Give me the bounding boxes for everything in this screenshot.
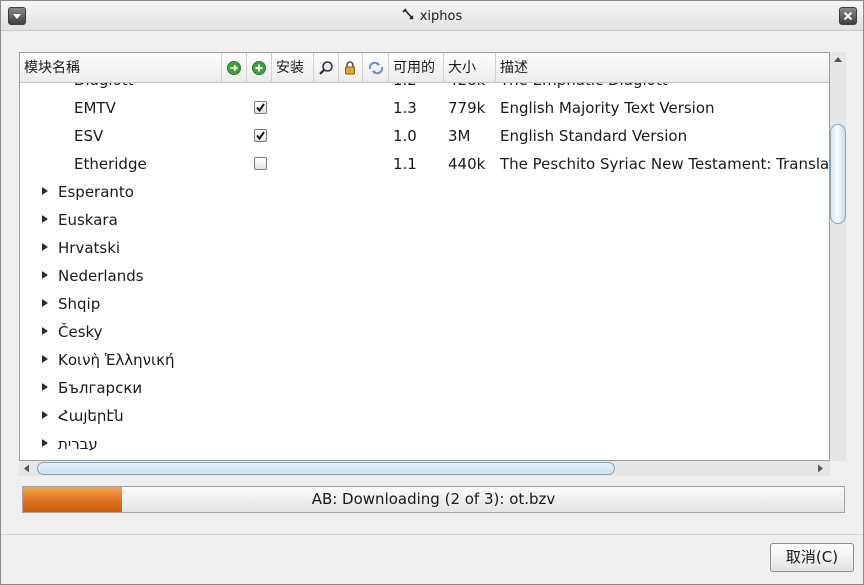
close-button[interactable]: [839, 7, 857, 25]
title-bar: xiphos: [1, 1, 863, 31]
column-search[interactable]: [314, 53, 339, 82]
module-size: 428k: [448, 83, 494, 94]
window-title-area: xiphos: [1, 8, 863, 24]
install-checkbox[interactable]: [254, 101, 267, 114]
language-name: Nederlands: [58, 267, 144, 285]
language-name: Հայերէն: [58, 407, 124, 425]
module-tree[interactable]: 模块名稱 安装 可用的 大小 描述 EMTV 1.3 779k English …: [19, 52, 830, 461]
checkmark-icon: [256, 103, 265, 113]
module-name: EMTV: [74, 99, 116, 117]
window-title: xiphos: [419, 9, 463, 24]
module-name: Etheridge: [74, 155, 147, 173]
table-row[interactable]: Diaglott 1.2 428k The Emphatic Diaglott: [20, 83, 829, 94]
expander-arrow-icon[interactable]: [42, 243, 48, 251]
language-row[interactable]: Κοινὴ Ἑλληνική: [20, 346, 829, 374]
magnifier-icon: [318, 61, 334, 80]
column-header: 模块名稱 安装 可用的 大小 描述: [20, 53, 829, 83]
expander-arrow-icon[interactable]: [42, 411, 48, 419]
column-name[interactable]: 模块名稱: [20, 53, 222, 82]
table-row[interactable]: EMTV 1.3 779k English Majority Text Vers…: [20, 94, 829, 122]
module-description: English Standard Version: [500, 127, 688, 145]
lock-icon: [343, 61, 357, 80]
expander-arrow-icon[interactable]: [42, 383, 48, 391]
language-row[interactable]: Česky: [20, 318, 829, 346]
language-row[interactable]: Български: [20, 374, 829, 402]
table-row[interactable]: ESV 1.0 3M English Standard Version: [20, 122, 829, 150]
horizontal-scroll-thumb[interactable]: [37, 462, 615, 475]
expander-arrow-icon[interactable]: [42, 439, 48, 447]
language-name: Български: [58, 379, 143, 397]
sword-icon: [402, 8, 416, 22]
expander-arrow-icon[interactable]: [42, 355, 48, 363]
cancel-button[interactable]: 取消(C): [770, 543, 854, 572]
language-row[interactable]: Hrvatski: [20, 234, 829, 262]
horizontal-scrollbar[interactable]: [19, 461, 830, 476]
language-name: Esperanto: [58, 183, 134, 201]
install-checkbox[interactable]: [254, 129, 267, 142]
language-row[interactable]: Esperanto: [20, 178, 829, 206]
expander-arrow-icon[interactable]: [42, 215, 48, 223]
module-version: 1.2: [393, 83, 443, 94]
module-name: Diaglott: [74, 83, 214, 94]
language-row[interactable]: Shqip: [20, 290, 829, 318]
column-size[interactable]: 大小: [444, 53, 496, 82]
column-lock[interactable]: [339, 53, 363, 82]
language-name: Česky: [58, 323, 103, 341]
module-name: ESV: [74, 127, 104, 145]
module-version: 1.1: [393, 155, 417, 173]
checkmark-icon: [256, 131, 265, 141]
language-row[interactable]: Nederlands: [20, 262, 829, 290]
vertical-scrollbar[interactable]: [830, 52, 846, 461]
module-size: 3M: [448, 127, 471, 145]
plus-circle-icon: [251, 61, 267, 80]
column-available[interactable]: 可用的: [389, 53, 444, 82]
arrow-right-circle-icon: [226, 61, 242, 80]
column-add[interactable]: [247, 53, 272, 82]
dialog-window: xiphos 模块名稱 安装 可用的 大小 描述 EMTV 1.3 779k E…: [0, 0, 864, 585]
module-description: The Peschito Syriac New Testament: Trans…: [500, 155, 829, 173]
refresh-icon: [367, 61, 385, 80]
expander-arrow-icon[interactable]: [42, 299, 48, 307]
module-version: 1.0: [393, 127, 417, 145]
column-refresh[interactable]: [363, 53, 389, 82]
scroll-right-arrow-icon[interactable]: [814, 461, 828, 476]
language-row[interactable]: עברית: [20, 430, 829, 458]
column-install[interactable]: 安装: [272, 53, 314, 82]
download-progress-bar: AB: Downloading (2 of 3): ot.bzv: [22, 486, 845, 513]
language-name: Euskara: [58, 211, 118, 229]
tree-rows: Diaglott 1.2 428k The Emphatic Diaglott …: [20, 83, 829, 460]
language-row[interactable]: Euskara: [20, 206, 829, 234]
module-size: 779k: [448, 99, 486, 117]
language-name: Shqip: [58, 295, 101, 313]
divider: [1, 534, 863, 535]
language-name: Hrvatski: [58, 239, 121, 257]
module-description: The Emphatic Diaglott: [500, 83, 829, 94]
progress-text: AB: Downloading (2 of 3): ot.bzv: [311, 490, 556, 508]
language-name: עברית: [58, 435, 98, 453]
column-description[interactable]: 描述: [496, 53, 829, 82]
module-size: 440k: [448, 155, 486, 173]
vertical-scroll-thumb[interactable]: [830, 124, 846, 224]
expander-arrow-icon[interactable]: [42, 187, 48, 195]
language-name: Κοινὴ Ἑλληνική: [58, 351, 175, 369]
module-version: 1.3: [393, 99, 417, 117]
module-description: English Majority Text Version: [500, 99, 715, 117]
language-row[interactable]: Հայերէն: [20, 402, 829, 430]
table-row[interactable]: Etheridge 1.1 440k The Peschito Syriac N…: [20, 150, 829, 178]
expander-arrow-icon[interactable]: [42, 327, 48, 335]
install-checkbox[interactable]: [254, 157, 267, 170]
scroll-left-arrow-icon[interactable]: [21, 461, 35, 476]
expander-arrow-icon[interactable]: [42, 271, 48, 279]
column-update[interactable]: [222, 53, 247, 82]
scroll-up-arrow-icon[interactable]: [830, 54, 846, 68]
